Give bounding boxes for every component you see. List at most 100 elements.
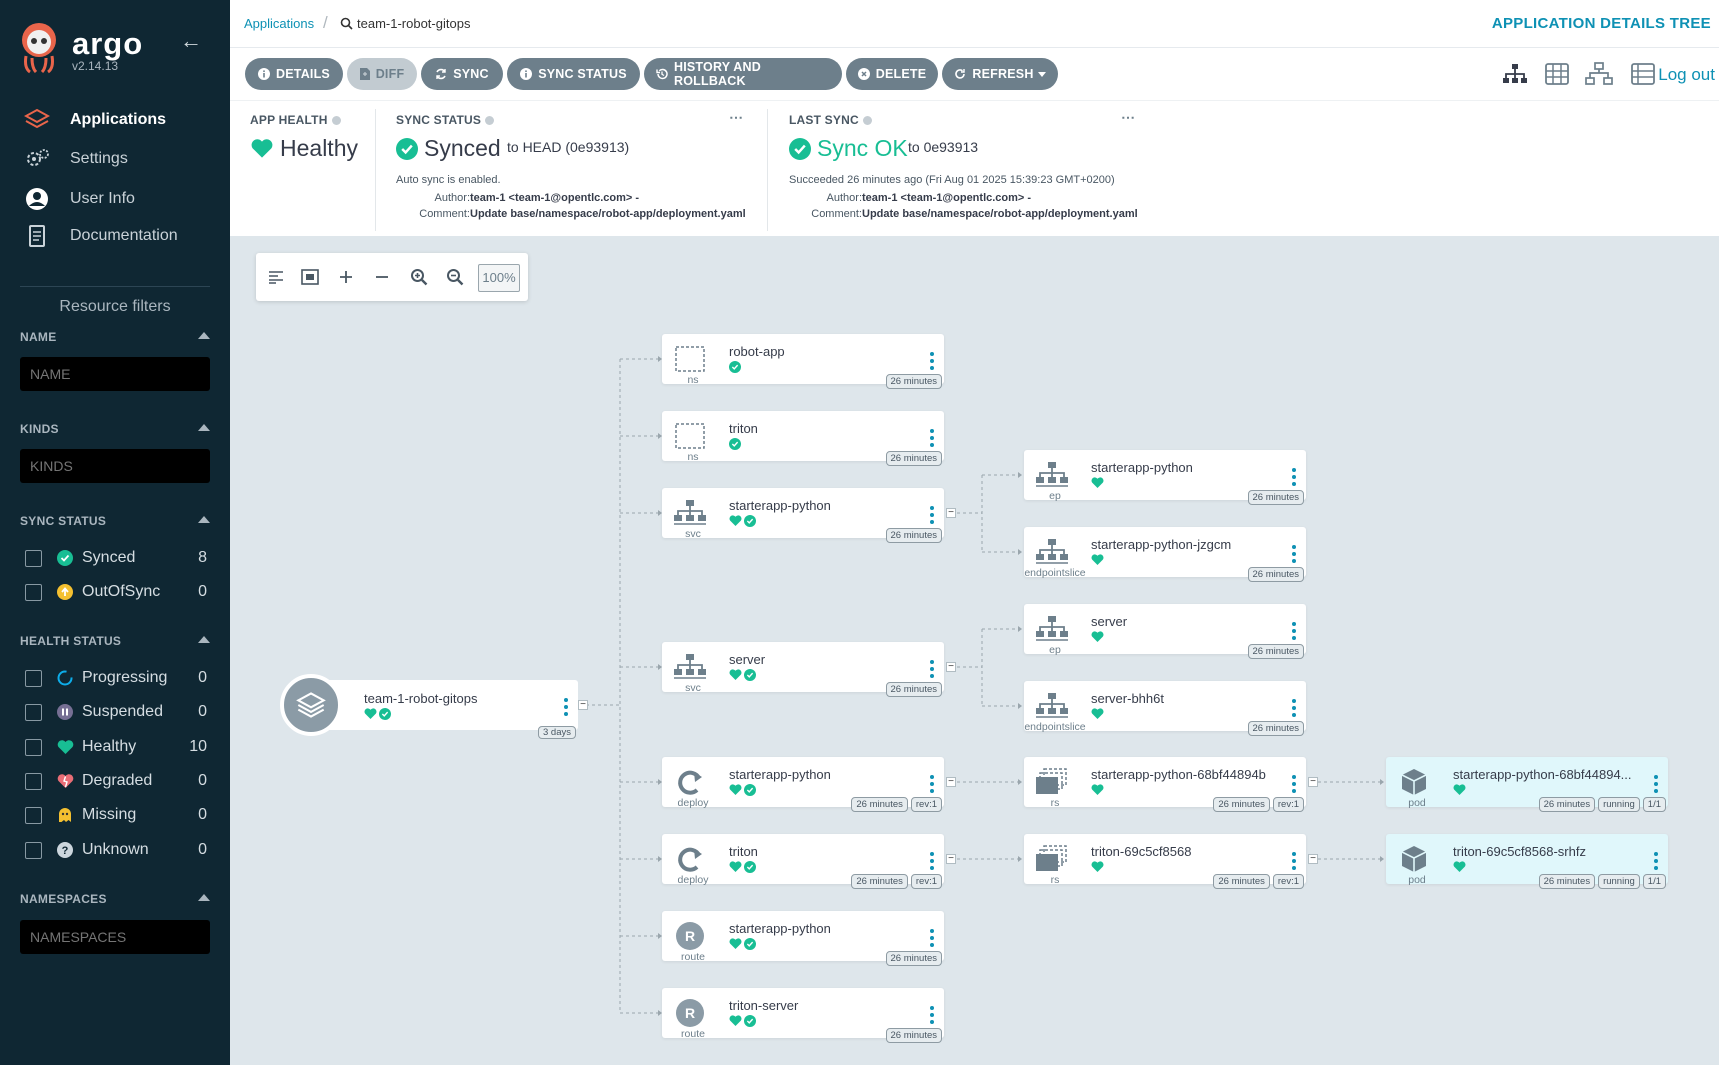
- app-root-node[interactable]: team-1-robot-gitops 3 days: [280, 674, 578, 740]
- node-status: [1091, 477, 1104, 489]
- node-menu-icon[interactable]: [930, 1006, 934, 1027]
- node-menu-icon[interactable]: [1292, 622, 1296, 643]
- node-tag: rev:1: [1272, 874, 1304, 889]
- node-menu-icon[interactable]: [930, 352, 934, 373]
- svg-text:R: R: [685, 1005, 695, 1021]
- node-name: server: [1091, 614, 1128, 629]
- heart-icon: [729, 515, 742, 526]
- node-status: [729, 515, 756, 527]
- check-circle-icon: [729, 438, 741, 450]
- service-icon: [672, 652, 708, 682]
- route-icon: R: [672, 921, 708, 951]
- resource-node-ns[interactable]: ns robot-app 26 minutes: [662, 334, 944, 389]
- collapse-children-toggle[interactable]: −: [946, 662, 956, 672]
- node-name: starterapp-python: [729, 767, 831, 782]
- node-menu-icon[interactable]: [1292, 545, 1296, 566]
- check-circle-icon: [744, 938, 756, 950]
- node-menu-icon[interactable]: [1292, 775, 1296, 796]
- resource-node-pod[interactable]: pod starterapp-python-68bf44894... 26 minu…: [1386, 757, 1668, 812]
- resource-node-rs[interactable]: rs triton-69c5cf8568 26 minutes rev:1: [1024, 834, 1306, 889]
- node-tags: 26 minutes: [1247, 567, 1304, 582]
- check-circle-icon: [744, 784, 756, 796]
- node-menu-icon[interactable]: [930, 775, 934, 796]
- heart-icon: [1091, 631, 1104, 642]
- heart-icon: [729, 938, 742, 949]
- collapse-children-toggle[interactable]: −: [946, 777, 956, 787]
- node-status: [1091, 708, 1104, 720]
- node-tag: rev:1: [910, 874, 942, 889]
- heart-icon: [364, 708, 377, 719]
- node-tag: 26 minutes: [885, 951, 942, 966]
- endpoint-icon: [1034, 460, 1070, 490]
- endpoint-icon: [1034, 537, 1070, 567]
- node-menu-icon[interactable]: [1654, 775, 1658, 796]
- node-menu-icon[interactable]: [1654, 852, 1658, 873]
- node-status: [729, 938, 756, 950]
- node-menu-icon[interactable]: [930, 929, 934, 950]
- heart-icon: [1091, 554, 1104, 565]
- node-name: triton: [729, 421, 758, 436]
- application-layers-icon: [280, 674, 342, 736]
- node-tags: 26 minutes: [885, 682, 942, 697]
- collapse-children-toggle[interactable]: −: [946, 854, 956, 864]
- resource-node-ep[interactable]: ep server 26 minutes: [1024, 604, 1306, 659]
- resource-node-ns[interactable]: ns triton 26 minutes: [662, 411, 944, 466]
- node-kind: rs: [1050, 797, 1060, 809]
- resource-node-deploy[interactable]: deploy triton 26 minutes rev:1: [662, 834, 944, 889]
- svg-text:R: R: [685, 928, 695, 944]
- node-status: [1453, 784, 1466, 796]
- node-menu-icon[interactable]: [1292, 468, 1296, 489]
- resource-node-svc[interactable]: svc starterapp-python 26 minutes: [662, 488, 944, 543]
- node-kind: pod: [1408, 874, 1426, 886]
- replicaset-icon: [1034, 844, 1070, 874]
- heart-icon: [1453, 784, 1466, 795]
- resource-node-ep[interactable]: ep starterapp-python 26 minutes: [1024, 450, 1306, 505]
- node-tags: 26 minutes: [885, 451, 942, 466]
- collapse-children-toggle[interactable]: −: [1308, 777, 1318, 787]
- node-status: [1091, 861, 1104, 873]
- endpoint-icon: [1034, 614, 1070, 644]
- namespace-icon: [672, 421, 708, 451]
- resource-node-route[interactable]: Rroute starterapp-python 26 minutes: [662, 911, 944, 966]
- node-tag: rev:1: [910, 797, 942, 812]
- node-status: [1091, 554, 1104, 566]
- node-tags: 26 minutes rev:1: [1213, 874, 1304, 889]
- node-tag: 26 minutes: [1247, 721, 1304, 736]
- node-menu-icon[interactable]: [930, 429, 934, 450]
- node-menu-icon[interactable]: [930, 852, 934, 873]
- node-status: [1091, 631, 1104, 643]
- node-tags: 26 minutes rev:1: [851, 797, 942, 812]
- node-kind: ns: [687, 451, 699, 463]
- node-name: server: [729, 652, 766, 667]
- node-tag: 26 minutes: [885, 682, 942, 697]
- node-kind: endpointslice: [1024, 721, 1086, 733]
- node-menu-icon[interactable]: [930, 660, 934, 681]
- node-tag: 1/1: [1642, 797, 1666, 812]
- node-kind: route: [681, 951, 705, 963]
- resource-node-endpointslice[interactable]: endpointslice server-bhh6t 26 minutes: [1024, 681, 1306, 736]
- node-name: starterapp-python: [1091, 460, 1193, 475]
- endpoint-icon: [1034, 691, 1070, 721]
- resource-node-route[interactable]: Rroute triton-server 26 minutes: [662, 988, 944, 1043]
- resource-node-deploy[interactable]: deploy starterapp-python 26 minutes rev:1: [662, 757, 944, 812]
- resource-node-rs[interactable]: rs starterapp-python-68bf44894b 26 minutes…: [1024, 757, 1306, 812]
- node-tags: 26 minutes running 1/1: [1538, 874, 1666, 889]
- namespace-icon: [672, 344, 708, 374]
- resource-node-endpointslice[interactable]: endpointslice starterapp-python-jzgcm 26 m…: [1024, 527, 1306, 582]
- collapse-children-toggle[interactable]: −: [578, 700, 588, 710]
- collapse-children-toggle[interactable]: −: [946, 508, 956, 518]
- node-tags: 26 minutes rev:1: [1213, 797, 1304, 812]
- heart-icon: [729, 669, 742, 680]
- resource-node-svc[interactable]: svc server 26 minutes: [662, 642, 944, 697]
- node-kind: ep: [1049, 490, 1061, 502]
- node-menu-icon[interactable]: [1292, 699, 1296, 720]
- node-menu-icon[interactable]: [564, 698, 568, 719]
- collapse-children-toggle[interactable]: −: [1308, 854, 1318, 864]
- node-tag: rev:1: [1272, 797, 1304, 812]
- heart-icon: [729, 1015, 742, 1026]
- node-kind: svc: [685, 528, 701, 540]
- node-menu-icon[interactable]: [930, 506, 934, 527]
- node-menu-icon[interactable]: [1292, 852, 1296, 873]
- app-node-status: [364, 708, 391, 720]
- resource-node-pod[interactable]: pod triton-69c5cf8568-srhfz 26 minutes runn…: [1386, 834, 1668, 889]
